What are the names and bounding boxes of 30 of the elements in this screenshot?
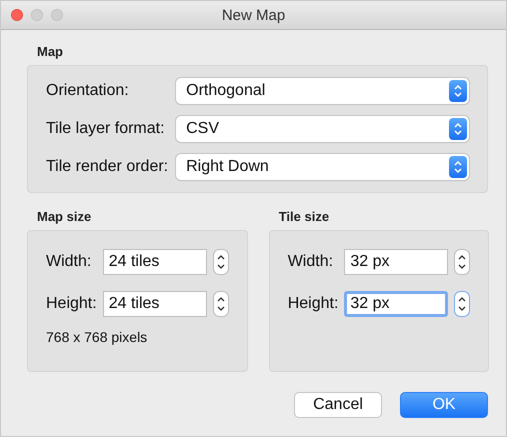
number-field[interactable]: 24 tiles <box>102 291 207 317</box>
stepper-icon[interactable] <box>212 249 229 275</box>
dropdown[interactable]: Orthogonal <box>176 78 469 104</box>
section-title: Tile size <box>278 209 330 224</box>
zoom-icon <box>51 9 63 21</box>
field-label: Width: <box>288 253 334 271</box>
number-field[interactable]: 24 tiles <box>102 249 207 275</box>
close-icon[interactable] <box>11 9 23 21</box>
stepper-icon[interactable] <box>454 249 470 275</box>
dropdown[interactable]: Right Down <box>176 154 469 180</box>
stepper-icon[interactable] <box>454 291 470 317</box>
stepper-icon[interactable] <box>212 291 229 317</box>
section-title: Map size <box>37 209 92 224</box>
field-label: Height: <box>46 295 97 313</box>
chevron-icon <box>449 80 467 102</box>
chevron-icon <box>449 156 467 178</box>
field-label: Height: <box>288 295 338 313</box>
section-title: Map <box>37 44 64 59</box>
field-label: Orientation: <box>46 82 130 100</box>
pixel-size-text: 768 x 768 pixels <box>46 329 148 345</box>
number-field[interactable]: 32 px <box>344 249 448 275</box>
field-label: Tile layer format: <box>46 120 166 138</box>
field-label: Width: <box>46 253 92 271</box>
chevron-icon <box>449 118 467 140</box>
minimize-icon <box>31 9 43 21</box>
window-title: New Map <box>220 6 286 24</box>
dialog-button[interactable]: Cancel <box>294 392 382 418</box>
dropdown[interactable]: CSV <box>176 116 469 142</box>
field-label: Tile render order: <box>46 158 168 176</box>
number-field[interactable]: 32 px <box>344 291 448 317</box>
